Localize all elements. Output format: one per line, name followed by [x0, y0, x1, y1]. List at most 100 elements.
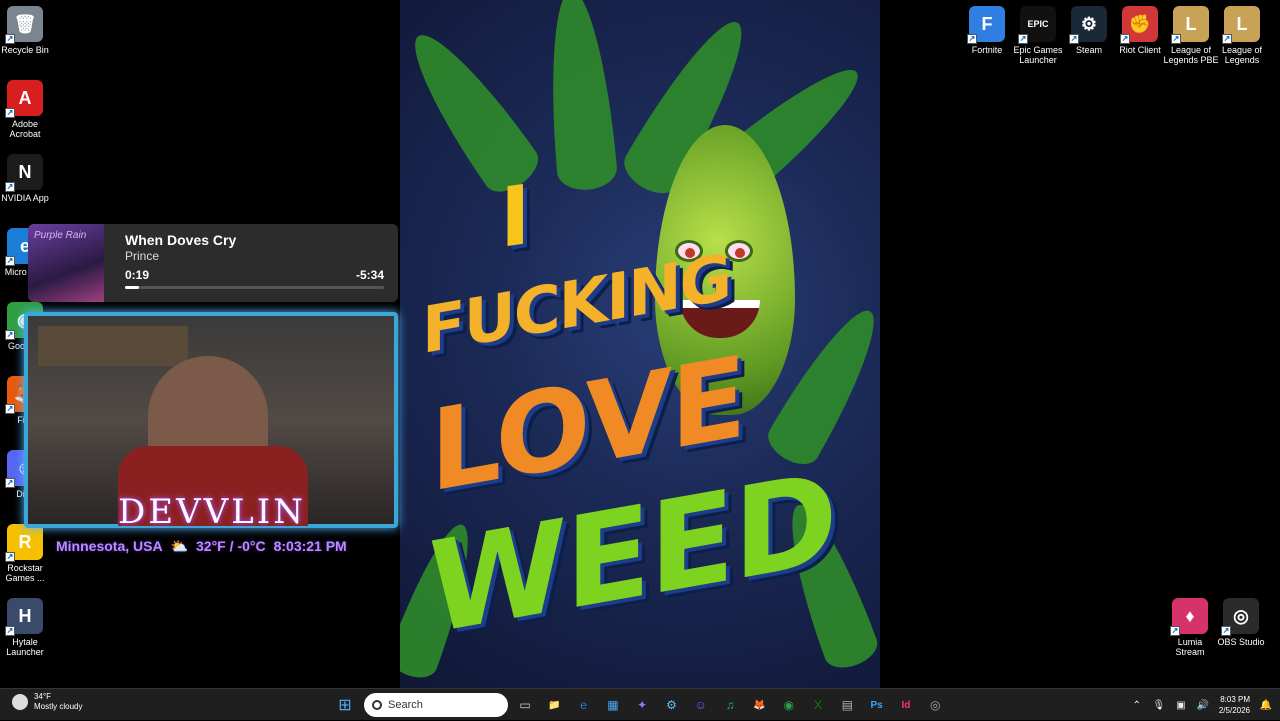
- desktop-icon-rockstar-games[interactable]: R ↗ Rockstar Games ...: [0, 524, 53, 583]
- taskbar: 34°F Mostly cloudy ⊞ Search ▭ 📁 e ▦ ✦ ⚙ ☺ ♫ 🦊 ◉ X ▤…: [0, 688, 1280, 720]
- desktop-icon-label: League of Legends: [1221, 45, 1263, 65]
- epic-games-launcher-icon: EPIC ↗: [1018, 6, 1056, 44]
- shortcut-arrow-icon: ↗: [5, 182, 15, 192]
- taskbar-photoshop-icon[interactable]: Ps: [867, 695, 887, 715]
- desktop-icon-label: Riot Client: [1119, 45, 1161, 55]
- song-title: When Doves Cry: [125, 232, 237, 248]
- lumia-stream-icon: ♦ ↗: [1170, 598, 1208, 636]
- nvidia-app-icon: N ↗: [5, 154, 43, 192]
- album-art-title: Purple Rain: [34, 230, 87, 241]
- desktop-icon-label: Adobe Acrobat: [9, 119, 41, 139]
- taskbar-store-icon[interactable]: ▦: [603, 695, 623, 715]
- shortcut-arrow-icon: ↗: [1171, 34, 1181, 44]
- desktop-icon-hytale-launcher[interactable]: H ↗ Hytale Launcher: [0, 598, 53, 657]
- wallpaper: I FUCKING LOVE WEED: [400, 0, 880, 688]
- song-progress-fill: [125, 286, 140, 289]
- taskbar-xbox-icon[interactable]: X: [808, 695, 828, 715]
- rockstar-games-icon: R ↗: [5, 524, 43, 562]
- desktop-icon-label: Epic Games Launcher: [1013, 45, 1063, 65]
- notification-icon[interactable]: 🔔: [1260, 699, 1272, 711]
- song-elapsed-time: 0:19: [125, 268, 150, 282]
- desktop-icon-label: OBS Studio: [1217, 637, 1265, 647]
- desktop-icon-adobe-acrobat[interactable]: A ↗ Adobe Acrobat: [0, 80, 53, 139]
- league-of-legends-pbe-icon: L ↗: [1171, 6, 1209, 44]
- shortcut-arrow-icon: ↗: [1018, 34, 1028, 44]
- taskbar-obs-icon[interactable]: ◎: [925, 695, 945, 715]
- shortcut-arrow-icon: ↗: [5, 404, 15, 414]
- adobe-acrobat-icon: A ↗: [5, 80, 43, 118]
- taskbar-indesign-icon[interactable]: Id: [896, 695, 916, 715]
- search-icon: [372, 700, 382, 710]
- league-of-legends-icon: L ↗: [1222, 6, 1260, 44]
- system-tray: ⌃ 🎙 ▣ 🔊 8:03 PM 2/5/2026 🔔: [1131, 689, 1273, 721]
- stream-info-bar: Minnesota, USA ⛅ 32°F / -0°C 8:03:21 PM: [56, 538, 347, 555]
- shortcut-arrow-icon: ↗: [5, 330, 15, 340]
- streamer-name: DEVVLIN: [118, 492, 306, 532]
- clock[interactable]: 8:03 PM 2/5/2026: [1219, 694, 1250, 716]
- start-button[interactable]: ⊞: [335, 695, 355, 715]
- weather-temperature: 34°F: [34, 692, 51, 701]
- shortcut-arrow-icon: ↗: [967, 34, 977, 44]
- song-artist: Prince: [125, 249, 160, 263]
- weather-widget[interactable]: 34°F Mostly cloudy: [12, 692, 82, 712]
- desktop-icon-label: Recycle Bin: [1, 45, 49, 55]
- taskbar-discord-icon[interactable]: ☺: [691, 695, 711, 715]
- desktop-icon-fortnite[interactable]: F ↗ Fortnite: [959, 6, 1015, 55]
- shortcut-arrow-icon: ↗: [5, 108, 15, 118]
- desktop-icon-obs-studio[interactable]: ◎ ↗ OBS Studio: [1213, 598, 1269, 647]
- search-box[interactable]: Search: [364, 693, 508, 717]
- background-shelf: [38, 326, 188, 366]
- microphone-icon[interactable]: 🎙: [1153, 699, 1166, 711]
- shortcut-arrow-icon: ↗: [1069, 34, 1079, 44]
- album-art: Purple Rain: [28, 224, 104, 302]
- volume-icon[interactable]: 🔊: [1197, 699, 1209, 711]
- desktop-icon-label: League of Legends PBE: [1163, 45, 1219, 65]
- shortcut-arrow-icon: ↗: [5, 552, 15, 562]
- desktop-icon-label: Fortnite: [971, 45, 1003, 55]
- taskbar-task-view-icon[interactable]: ▭: [515, 695, 535, 715]
- shortcut-arrow-icon: ↗: [5, 626, 15, 636]
- now-playing-widget[interactable]: Purple Rain When Doves Cry Prince 0:19 -…: [28, 224, 398, 302]
- clock-date: 2/5/2026: [1218, 706, 1250, 715]
- taskbar-firefox-icon[interactable]: 🦊: [749, 695, 769, 715]
- desktop-icon-label: Steam: [1075, 45, 1102, 55]
- desktop-icon-label: Rockstar Games ...: [5, 563, 45, 583]
- taskbar-spotify-icon[interactable]: ♫: [720, 695, 740, 715]
- song-progress-bar[interactable]: [125, 286, 384, 289]
- weather-description: Mostly cloudy: [34, 702, 83, 711]
- taskbar-file-explorer-icon[interactable]: 📁: [544, 695, 564, 715]
- song-remaining-time: -5:34: [355, 268, 384, 282]
- desktop-icon-steam[interactable]: ⚙ ↗ Steam: [1061, 6, 1117, 55]
- recycle-bin-icon: 🗑 ↗: [5, 6, 43, 44]
- taskbar-chrome-icon[interactable]: ◉: [779, 695, 799, 715]
- desktop-icon-lumia-stream[interactable]: ♦ ↗ Lumia Stream: [1162, 598, 1218, 657]
- network-icon[interactable]: ▣: [1175, 699, 1187, 711]
- steam-icon: ⚙ ↗: [1069, 6, 1107, 44]
- desktop-icon-label: Lumia Stream: [1175, 637, 1205, 657]
- partly-cloudy-icon: ⛅: [170, 538, 189, 554]
- taskbar-copilot-icon[interactable]: ✦: [632, 695, 652, 715]
- desktop-icon-nvidia-app[interactable]: N ↗ NVIDIA App: [0, 154, 53, 203]
- webcam-feed: DEVVLIN: [24, 312, 398, 532]
- shortcut-arrow-icon: ↗: [1170, 626, 1180, 636]
- shortcut-arrow-icon: ↗: [1120, 34, 1130, 44]
- desktop-icon-epic-games-launcher[interactable]: EPIC ↗ Epic Games Launcher: [1010, 6, 1066, 65]
- cloudy-weather-icon: [12, 694, 28, 710]
- fortnite-icon: F ↗: [967, 6, 1005, 44]
- riot-client-icon: ✊ ↗: [1120, 6, 1158, 44]
- desktop-icon-recycle-bin[interactable]: 🗑 ↗ Recycle Bin: [0, 6, 53, 55]
- chevron-up-icon[interactable]: ⌃: [1131, 699, 1143, 711]
- desktop-icon-league-of-legends[interactable]: L ↗ League of Legends: [1214, 6, 1270, 65]
- desktop-icon-league-of-legends-pbe[interactable]: L ↗ League of Legends PBE: [1163, 6, 1219, 65]
- obs-studio-icon: ◎ ↗: [1221, 598, 1259, 636]
- desktop-icon-riot-client[interactable]: ✊ ↗ Riot Client: [1112, 6, 1168, 55]
- taskbar-notepad-icon[interactable]: ▤: [837, 695, 857, 715]
- wallpaper-line-1: I: [500, 167, 529, 268]
- taskbar-edge-icon[interactable]: e: [574, 695, 594, 715]
- shortcut-arrow-icon: ↗: [5, 256, 15, 266]
- desktop: 🗑 ↗ Recycle Bin A ↗ Adobe Acrobat N ↗ NVIDIA App…: [0, 0, 1280, 688]
- taskbar-steam-icon[interactable]: ⚙: [662, 695, 682, 715]
- location-text: Minnesota, USA: [56, 538, 163, 554]
- shortcut-arrow-icon: ↗: [5, 478, 15, 488]
- shortcut-arrow-icon: ↗: [5, 34, 15, 44]
